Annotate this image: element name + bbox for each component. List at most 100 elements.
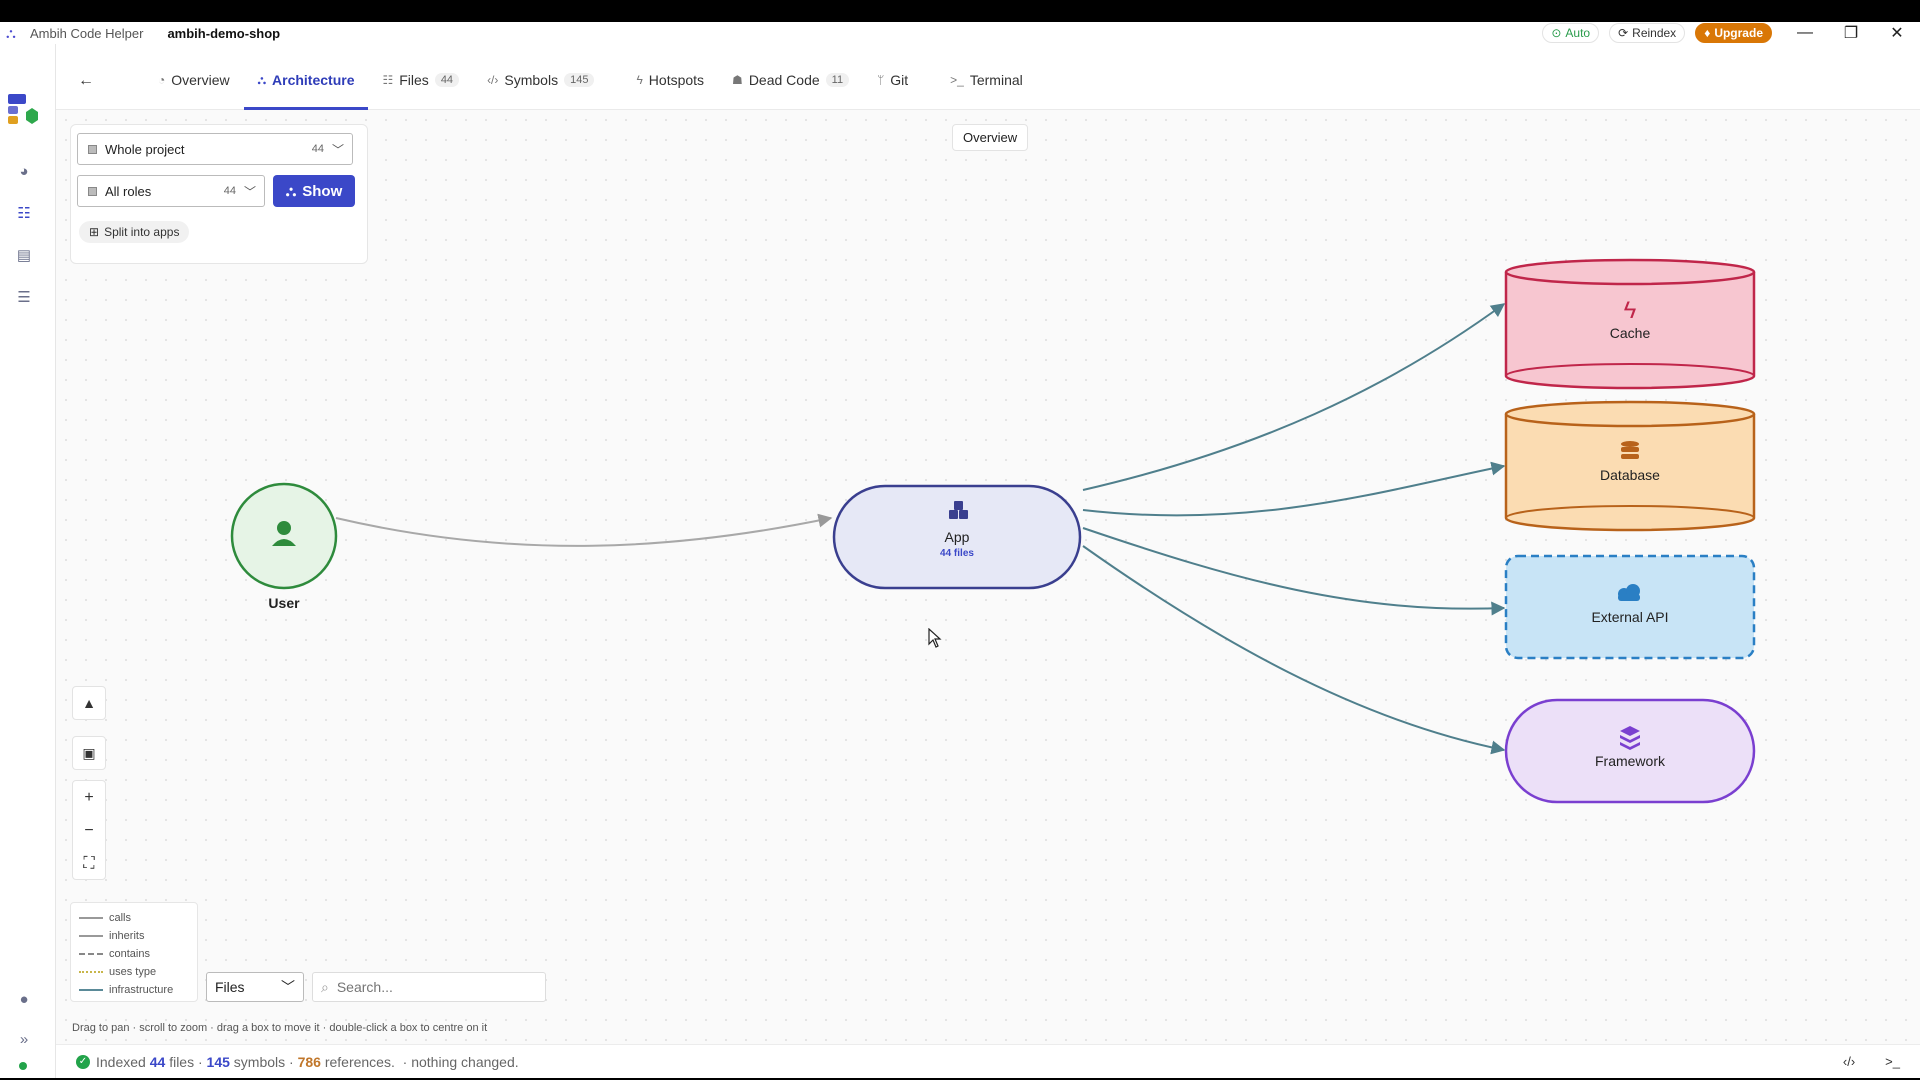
mouse-cursor-icon — [928, 628, 942, 648]
scope-count: 44 — [311, 143, 324, 155]
tab-git[interactable]: ᛘ Git — [863, 44, 922, 110]
tab-label: Architecture — [272, 72, 355, 88]
show-button[interactable]: ⛬ Show — [273, 175, 355, 207]
tab-files[interactable]: ☷ Files 44 — [368, 44, 473, 110]
node-app-files: 44 files — [940, 548, 974, 559]
node-cache-label: Cache — [1610, 325, 1651, 341]
gem-icon: ♦ — [1704, 26, 1711, 40]
files-icon: ☷ — [382, 73, 394, 87]
expand-rail-icon[interactable]: » — [14, 1030, 34, 1050]
tab-architecture[interactable]: ⛬ Architecture — [243, 44, 369, 110]
dashboard-icon[interactable]: ◕ — [14, 162, 34, 182]
tab-overview[interactable]: ◔ Overview — [144, 44, 244, 110]
skull-icon: ☗ — [732, 73, 743, 87]
node-cache[interactable]: ϟ Cache — [1504, 258, 1756, 390]
search-input[interactable] — [336, 979, 527, 995]
app-name: Ambih Code Helper — [30, 25, 144, 41]
scope-select[interactable]: Whole project 44 ﹀ — [77, 133, 353, 165]
tabs: ◔ Overview ⛬ Architecture ☷ Files 44 ‹/›… — [144, 44, 1037, 110]
title-bar: ⛬ Ambih Code Helper ambih-demo-shop ⊙ Au… — [0, 22, 1920, 44]
tab-dead-code[interactable]: ☗ Dead Code 11 — [718, 44, 863, 110]
node-app-label: App — [945, 529, 970, 545]
layout-shapes-button[interactable]: ▲ — [72, 686, 106, 720]
reindex-button[interactable]: ⟳ Reindex — [1609, 23, 1686, 43]
upgrade-label: Upgrade — [1714, 26, 1763, 40]
export-image-button[interactable]: ▣ — [72, 736, 106, 770]
node-external-api-label: External API — [1591, 609, 1668, 625]
tab-label: Files — [399, 72, 429, 88]
node-user[interactable]: User — [230, 482, 338, 611]
scope-value: Whole project — [105, 141, 185, 157]
chevron-down-icon: ﹀ — [281, 979, 295, 995]
node-database[interactable]: Database — [1504, 400, 1756, 532]
status-symbols-word: symbols · — [233, 1053, 294, 1070]
close-icon[interactable]: ✕ — [1874, 23, 1920, 43]
view-select[interactable]: Files ﹀ — [206, 972, 304, 1002]
app-window: ⛬ Ambih Code Helper ambih-demo-shop ⊙ Au… — [0, 22, 1920, 1078]
edge-app-cache — [1082, 303, 1506, 491]
shapes-icon: ▲ — [82, 695, 96, 711]
node-database-label: Database — [1600, 467, 1660, 483]
architecture-canvas[interactable]: User App 44 files ϟ Cache Database Exter… — [56, 110, 1920, 1044]
minimize-icon[interactable]: — — [1782, 24, 1828, 42]
status-symbols-count: 145 — [206, 1053, 230, 1070]
status-files-count: 44 — [149, 1053, 166, 1070]
book-icon[interactable]: ▤ — [14, 246, 34, 266]
upgrade-button[interactable]: ♦ Upgrade — [1695, 23, 1772, 43]
view-select-value: Files — [215, 979, 245, 995]
node-user-label: User — [268, 595, 300, 611]
legend-inherits: inherits — [79, 927, 189, 945]
tab-label: Git — [890, 72, 909, 88]
terminal-icon: >_ — [950, 73, 964, 87]
edge-legend: calls inherits contains uses type infras… — [70, 902, 198, 1002]
status-bar: ✓ Indexed 44 files · 145 symbols · 786 r… — [56, 1044, 1920, 1078]
tab-label: Symbols — [504, 72, 559, 88]
status-refs-word: references. — [324, 1053, 395, 1070]
terminal-toggle-icon[interactable]: >_ — [1885, 1054, 1900, 1069]
roles-value: All roles — [105, 183, 152, 199]
sliders-icon[interactable]: ☰ — [14, 288, 34, 308]
tab-hotspots[interactable]: ϟ Hotspots — [622, 44, 718, 110]
project-name: ambih-demo-shop — [167, 25, 281, 41]
filter-panel: Whole project 44 ﹀ All roles 44 ﹀ ⛬ Show… — [70, 124, 368, 264]
legend-uses-type: uses type — [79, 963, 189, 981]
tab-label: Terminal — [969, 72, 1023, 88]
code-view-icon[interactable]: ‹/› — [1843, 1054, 1855, 1069]
maximize-icon[interactable]: ❐ — [1828, 23, 1874, 43]
split-into-apps-button[interactable]: ⊞ Split into apps — [79, 221, 190, 243]
node-app[interactable]: App 44 files — [832, 484, 1082, 590]
status-indexed: Indexed — [96, 1053, 146, 1070]
overview-chip[interactable]: Overview — [952, 124, 1029, 151]
symbols-count-badge: 145 — [564, 73, 595, 87]
tab-symbols[interactable]: ‹/› Symbols 145 — [473, 44, 608, 110]
node-framework[interactable]: Framework — [1504, 698, 1756, 804]
search-icon: ⌕ — [321, 978, 329, 995]
auto-index-toggle[interactable]: ⊙ Auto — [1542, 23, 1600, 43]
status-files-word: files · — [169, 1053, 203, 1070]
tab-label: Dead Code — [748, 72, 820, 88]
roles-select[interactable]: All roles 44 ﹀ — [77, 175, 265, 207]
status-refs-count: 786 — [297, 1053, 321, 1070]
split-icon: ⊞ — [89, 225, 100, 239]
zoom-in-icon[interactable]: + — [73, 781, 105, 814]
roles-swatch — [88, 186, 97, 196]
search-box: ⌕ — [312, 972, 546, 1002]
status-actions: ‹/› >_ — [1843, 1054, 1900, 1069]
status-changes: · nothing changed. — [402, 1053, 519, 1070]
node-external-api[interactable]: External API — [1504, 554, 1756, 660]
edge-user-app — [335, 513, 833, 547]
node-framework-label: Framework — [1595, 753, 1666, 769]
zoom-out-icon[interactable]: − — [73, 814, 105, 847]
tab-label: Hotspots — [648, 72, 705, 88]
back-arrow-icon[interactable]: ← — [78, 72, 94, 90]
fit-view-icon[interactable]: ⛶ — [73, 847, 105, 880]
bolt-icon: ϟ — [1624, 297, 1637, 324]
architecture-nav-icon[interactable]: ☷ — [14, 204, 34, 224]
check-circle-icon: ⊙ — [1551, 26, 1562, 40]
chat-icon[interactable]: ● — [14, 990, 34, 1010]
tab-terminal[interactable]: >_ Terminal — [936, 44, 1037, 110]
branch-icon: ᛘ — [877, 73, 885, 87]
zoom-controls: + − ⛶ — [72, 780, 106, 880]
edge-app-external-api — [1082, 527, 1506, 616]
product-logo-icon[interactable] — [6, 92, 40, 126]
